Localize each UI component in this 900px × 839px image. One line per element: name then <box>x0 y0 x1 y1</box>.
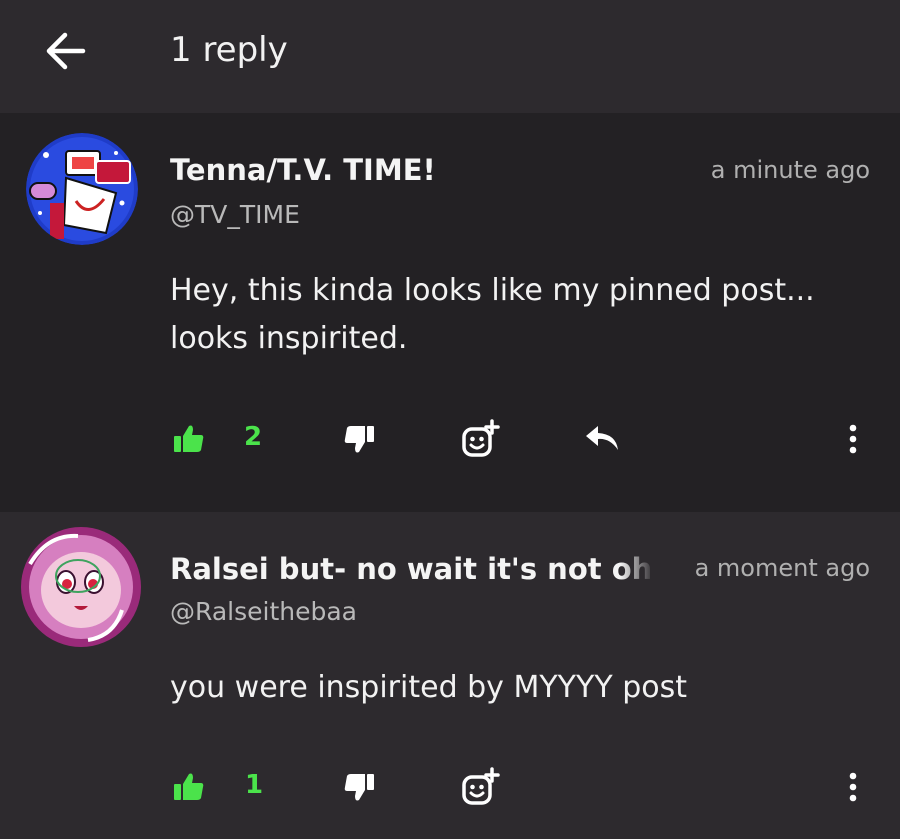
avatar[interactable] <box>18 524 144 650</box>
comment-body-line: looks inspirited. <box>170 321 408 356</box>
comment-body-line: you were inspirited by MYYYY post <box>170 670 687 705</box>
comment-reply: Ralsei but- no wait it's not oh @Ralseit… <box>0 512 900 839</box>
more-options-button[interactable] <box>838 418 868 460</box>
add-reaction-button[interactable] <box>456 416 504 462</box>
more-vertical-icon <box>849 424 857 454</box>
back-button[interactable] <box>38 26 94 76</box>
thumbs-down-icon <box>344 426 374 453</box>
dislike-button[interactable] <box>338 766 380 808</box>
top-bar: 1 reply <box>0 0 900 113</box>
thumbs-down-icon <box>344 774 374 801</box>
add-reaction-button[interactable] <box>456 764 504 810</box>
tv-character-avatar <box>26 133 138 245</box>
timestamp: a moment ago <box>694 554 870 582</box>
author-handle[interactable]: @TV_TIME <box>170 200 300 229</box>
arrow-left-icon <box>46 32 86 70</box>
timestamp: a minute ago <box>710 156 870 184</box>
comment-body-line: Hey, this kinda looks like my pinned pos… <box>170 273 815 308</box>
avatar[interactable] <box>26 133 138 245</box>
reply-button[interactable] <box>580 418 624 458</box>
author-name-fade <box>620 550 660 590</box>
author-name[interactable]: Ralsei but- no wait it's not oh <box>170 552 650 586</box>
like-button[interactable] <box>168 418 210 460</box>
add-emoji-icon <box>462 419 500 457</box>
more-vertical-icon <box>849 772 857 802</box>
pink-character-avatar <box>21 527 141 647</box>
page-title: 1 reply <box>170 30 288 70</box>
comment-body: Hey, this kinda looks like my pinned pos… <box>170 267 815 363</box>
like-button[interactable] <box>168 766 210 808</box>
reply-arrow-icon <box>586 426 618 450</box>
dislike-button[interactable] <box>338 418 380 460</box>
author-handle[interactable]: @Ralseithebaa <box>170 597 357 626</box>
author-name[interactable]: Tenna/T.V. TIME! <box>170 153 436 187</box>
comment-body: you were inspirited by MYYYY post <box>170 664 687 712</box>
like-count: 1 <box>245 770 264 800</box>
add-emoji-icon <box>462 767 500 805</box>
thumbs-up-icon <box>174 425 204 452</box>
thumbs-up-icon <box>174 773 204 800</box>
more-options-button[interactable] <box>838 766 868 808</box>
like-count: 2 <box>244 422 263 452</box>
comment-parent: Tenna/T.V. TIME! @TV_TIME a minute ago H… <box>0 118 900 512</box>
